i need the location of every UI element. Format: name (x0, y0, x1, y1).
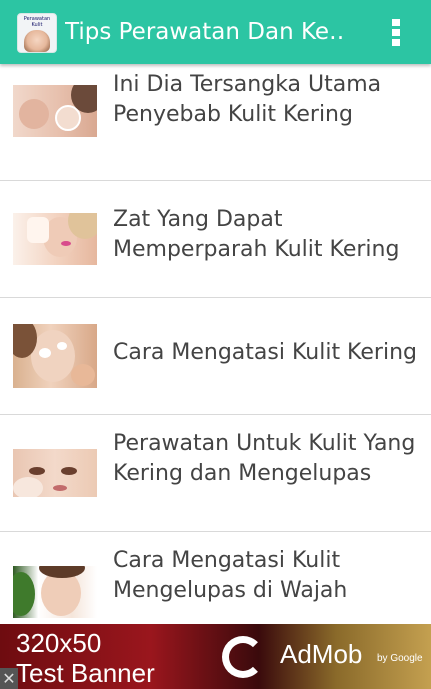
ad-brand: AdMob (280, 639, 363, 669)
article-title: Cara Mengatasi Kulit Mengelupas di Wajah (113, 548, 348, 603)
menu-dot (392, 38, 400, 46)
article-title: Ini Dia Tersangka Utama Penyebab Kulit K… (113, 72, 382, 127)
app-icon-caption: Perawatan Kulit (23, 16, 51, 28)
menu-dot (392, 18, 400, 26)
ad-byline: by Google (377, 653, 423, 664)
overflow-menu-icon[interactable] (381, 12, 411, 52)
article-thumbnail (13, 449, 97, 497)
app-logo-icon[interactable]: Perawatan Kulit (17, 13, 57, 53)
article-title: Cara Mengatasi Kulit Kering (113, 340, 417, 365)
article-thumbnail (13, 85, 97, 137)
ad-size-text: 320x50 (16, 628, 102, 658)
app-title: Tips Perawatan Dan Ke… (65, 19, 345, 45)
list-item[interactable]: Zat Yang Dapat Memperparah Kulit Kering (0, 181, 431, 298)
close-icon[interactable]: ✕ (0, 668, 18, 689)
article-title: Perawatan Untuk Kulit Yang Kering dan Me… (113, 431, 416, 486)
menu-dot (392, 28, 400, 36)
app-bar: Perawatan Kulit Tips Perawatan Dan Ke… (0, 0, 431, 64)
ad-label: Test Banner (16, 658, 155, 688)
article-list: Ini Dia Tersangka Utama Penyebab Kulit K… (0, 64, 431, 648)
admob-logo-icon (222, 636, 264, 678)
article-thumbnail (13, 213, 97, 265)
ad-banner[interactable]: 320x50 Test Banner AdMob by Google (0, 624, 431, 689)
list-item[interactable]: Ini Dia Tersangka Utama Penyebab Kulit K… (0, 64, 431, 181)
list-item[interactable]: Perawatan Untuk Kulit Yang Kering dan Me… (0, 415, 431, 532)
face-image (24, 30, 50, 52)
article-thumbnail (13, 324, 97, 388)
article-thumbnail (13, 566, 97, 618)
list-item[interactable]: Cara Mengatasi Kulit Kering (0, 298, 431, 415)
article-title: Zat Yang Dapat Memperparah Kulit Kering (113, 207, 400, 262)
